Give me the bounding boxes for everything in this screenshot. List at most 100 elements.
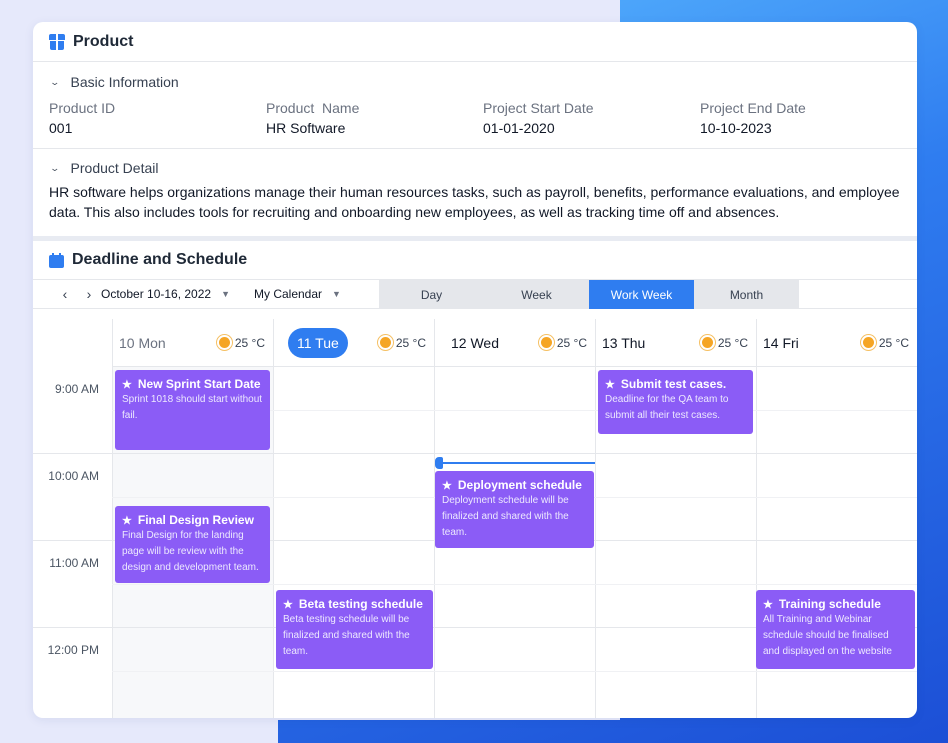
product-detail-text: HR software helps organizations manage t… [49, 184, 900, 220]
field-project-end-date: Project End Date 10-10-2023 [700, 100, 917, 136]
field-product-id: Product ID 001 [49, 100, 266, 136]
time-label: 11:00 AM [49, 556, 99, 570]
sun-icon [218, 337, 230, 348]
field-value: 001 [49, 120, 73, 136]
event-description: Beta testing schedule will be finalized … [283, 614, 410, 657]
star-icon: ★ [122, 378, 132, 391]
sun-icon [701, 337, 713, 348]
weather-temp: 25 °C [379, 335, 426, 350]
field-product-name: Product Name HR Software [266, 100, 483, 136]
star-icon: ★ [763, 598, 773, 611]
event-title: Training schedule [778, 597, 881, 611]
calendar-toolbar: ‹ › October 10-16, 2022 ▼ My Calendar ▼ … [33, 279, 917, 309]
sun-icon [379, 337, 391, 348]
day-label: 12 Wed [451, 334, 499, 351]
event-beta-testing-schedule[interactable]: ★ Beta testing schedule Beta testing sche… [276, 590, 433, 669]
event-final-design-review[interactable]: ★ Final Design Review Final Design for th… [115, 506, 270, 583]
grid-line [273, 367, 274, 718]
star-icon: ★ [122, 514, 132, 527]
next-arrow-icon[interactable]: › [77, 286, 101, 302]
caret-down-icon[interactable]: ▼ [221, 289, 230, 299]
event-training-schedule[interactable]: ★ Training schedule All Training and Webi… [756, 590, 915, 669]
schedule-title: Deadline and Schedule [72, 251, 248, 268]
day-header-tue[interactable]: 11 Tue 25 °C [273, 319, 434, 367]
day-header-mon[interactable]: 10 Mon 25 °C [112, 319, 273, 367]
field-project-start-date: Project Start Date 01-01-2020 [483, 100, 700, 136]
event-description: Sprint 1018 should start without fail. [122, 394, 263, 421]
weather-temp: 25 °C [701, 335, 748, 350]
basic-information-label: Basic Information [70, 74, 179, 90]
event-title: Deployment schedule [457, 478, 582, 492]
field-label: Project Start Date [483, 100, 594, 116]
sun-icon [862, 337, 874, 348]
view-week-button[interactable]: Week [484, 280, 589, 309]
event-description: Final Design for the landing page will b… [122, 530, 259, 573]
grid-line [112, 367, 113, 718]
previous-arrow-icon[interactable]: ‹ [53, 286, 77, 302]
grid-line [112, 671, 917, 672]
time-label: 9:00 AM [54, 382, 99, 396]
grid-line [595, 367, 596, 718]
event-description: Deployment schedule will be finalized an… [442, 495, 569, 538]
temp-label: 25 °C [234, 335, 265, 350]
grid-line [33, 453, 917, 454]
field-value: HR Software [266, 120, 346, 136]
field-label: Product ID [49, 100, 116, 116]
event-submit-test-cases[interactable]: ★ Submit test cases. Deadline for the QA … [598, 370, 753, 434]
star-icon: ★ [605, 378, 615, 391]
star-icon: ★ [442, 479, 452, 492]
star-icon: ★ [283, 598, 293, 611]
day-label: 10 Mon [119, 334, 166, 351]
field-label: Product Name [266, 100, 360, 116]
product-title: Product [73, 32, 134, 50]
day-label: 14 Fri [763, 334, 799, 351]
event-title: Submit test cases. [620, 377, 727, 391]
time-label: 10:00 AM [48, 469, 99, 483]
product-detail-label: Product Detail [70, 160, 159, 176]
day-label-today: 11 Tue [288, 327, 348, 358]
time-label: 12:00 PM [47, 643, 99, 657]
chevron-down-icon: ⌄ [49, 76, 61, 87]
field-value: 01-01-2020 [483, 120, 555, 136]
product-detail-toggle[interactable]: ⌄ Product Detail [33, 160, 917, 176]
caret-down-icon[interactable]: ▼ [332, 289, 341, 299]
event-title: Final Design Review [137, 513, 254, 527]
day-header-wed[interactable]: 12 Wed 25 °C [434, 319, 595, 367]
event-description: Deadline for the QA team to submit all t… [605, 394, 729, 421]
calendar-icon [49, 252, 64, 268]
grid-line [112, 584, 917, 585]
field-value: 10-10-2023 [700, 120, 772, 136]
event-deployment-schedule[interactable]: ★ Deployment schedule Deployment schedule… [435, 471, 594, 548]
day-header-fri[interactable]: 14 Fri 25 °C [756, 319, 917, 367]
day-label: 13 Thu [602, 334, 646, 351]
view-work-week-button[interactable]: Work Week [589, 280, 694, 309]
view-switcher: Day Week Work Week Month [379, 280, 799, 309]
day-header-thu[interactable]: 13 Thu 25 °C [595, 319, 756, 367]
event-new-sprint-start-date[interactable]: ★ New Sprint Start Date Sprint 1018 shoul… [115, 370, 270, 450]
sun-icon [540, 337, 552, 348]
calendar-grid: 10 Mon 25 °C 11 Tue 25 °C 12 Wed 25 °C 1… [33, 319, 917, 718]
package-icon [49, 33, 65, 50]
temp-label: 25 °C [556, 335, 587, 350]
field-label: Project End Date [700, 100, 806, 116]
event-title: New Sprint Start Date [137, 377, 261, 391]
weather-temp: 25 °C [540, 335, 587, 350]
temp-label: 25 °C [395, 335, 426, 350]
chevron-down-icon: ⌄ [49, 162, 61, 173]
view-month-button[interactable]: Month [694, 280, 799, 309]
event-description: All Training and Webinar schedule should… [763, 614, 892, 657]
basic-information-toggle[interactable]: ⌄ Basic Information [33, 74, 917, 90]
calendar-selector[interactable]: My Calendar [254, 287, 322, 301]
section-divider [33, 148, 917, 149]
current-time-marker [435, 457, 443, 469]
schedule-header: Deadline and Schedule [33, 241, 917, 279]
product-header: Product [33, 22, 917, 62]
weather-temp: 25 °C [862, 335, 909, 350]
basic-information-fields: Product ID 001 Product Name HR Software … [33, 100, 917, 136]
weather-temp: 25 °C [218, 335, 265, 350]
product-card: Product ⌄ Basic Information Product ID 0… [33, 22, 917, 718]
view-day-button[interactable]: Day [379, 280, 484, 309]
temp-label: 25 °C [717, 335, 748, 350]
date-range-picker[interactable]: October 10-16, 2022 [101, 287, 211, 301]
temp-label: 25 °C [878, 335, 909, 350]
